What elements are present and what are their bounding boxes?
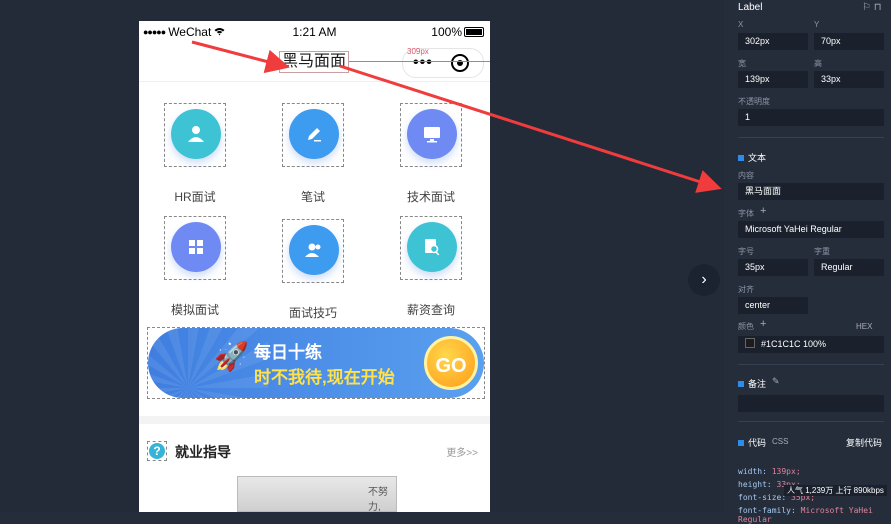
font-size-field[interactable]: 35px [738, 259, 808, 276]
color-value: #1C1C1C 100% [761, 339, 827, 349]
code-section-title: 代码 [738, 436, 766, 449]
content-label: 内容 [738, 171, 754, 180]
code-line: font-family: Microsoft YaHei Regular [738, 506, 873, 524]
properties-panel: Label ⚐ ⊓ X Y 302px 70px 宽 高 139px 33px … [726, 0, 891, 524]
x-label: X [738, 20, 744, 29]
note-section-title: 备注 [738, 377, 766, 390]
design-canvas: ●●●●● WeChat 1:21 AM 100% 黑马面面 ••• 309px [0, 0, 724, 512]
y-field[interactable]: 70px [814, 33, 884, 50]
note-field[interactable] [738, 395, 884, 412]
color-field[interactable]: #1C1C1C 100% [738, 336, 884, 353]
width-label: 宽 [738, 59, 746, 68]
flag-icon[interactable]: ⚐ [862, 2, 871, 13]
font-weight-label: 字重 [814, 247, 830, 256]
panel-title: Label [738, 2, 763, 13]
add-color-icon[interactable]: + [760, 318, 766, 330]
font-size-label: 字号 [738, 247, 754, 256]
text-section-title: 文本 [738, 151, 766, 164]
align-field[interactable]: center [738, 297, 808, 314]
chevron-right-icon[interactable]: › [688, 264, 720, 296]
font-weight-field[interactable]: Regular [814, 259, 884, 276]
font-field[interactable]: Microsoft YaHei Regular [738, 221, 884, 238]
arrow-to-content [339, 64, 722, 193]
copy-code-button[interactable]: 复制代码 [846, 436, 882, 449]
content-field[interactable]: 黑马面面 [738, 183, 884, 200]
pin-icon[interactable]: ⊓ [874, 2, 882, 13]
color-format-select[interactable]: HEX [856, 322, 872, 331]
stream-stats: 人气 1,239万 上行 890kbps [784, 485, 887, 496]
code-line: width: 139px; [738, 467, 801, 476]
x-field[interactable]: 302px [738, 33, 808, 50]
y-label: Y [814, 20, 820, 29]
divider [738, 137, 884, 138]
height-field[interactable]: 33px [814, 71, 884, 88]
arrow-to-title [191, 40, 290, 74]
color-swatch[interactable] [745, 338, 755, 348]
color-label: 颜色 [738, 322, 754, 331]
width-field[interactable]: 139px [738, 71, 808, 88]
height-label: 高 [814, 59, 822, 68]
code-lang-select[interactable]: CSS [772, 437, 788, 446]
opacity-label: 不透明度 [738, 97, 770, 106]
add-font-icon[interactable]: + [760, 205, 766, 217]
divider [738, 364, 884, 365]
align-label: 对齐 [738, 285, 754, 294]
annotation-arrows [191, 40, 722, 193]
panel-toolbar: ⚐ ⊓ [862, 2, 882, 13]
opacity-field[interactable]: 1 [738, 109, 884, 126]
divider [738, 421, 884, 422]
font-label: 字体 [738, 209, 754, 218]
edit-icon[interactable]: ✎ [772, 376, 780, 387]
